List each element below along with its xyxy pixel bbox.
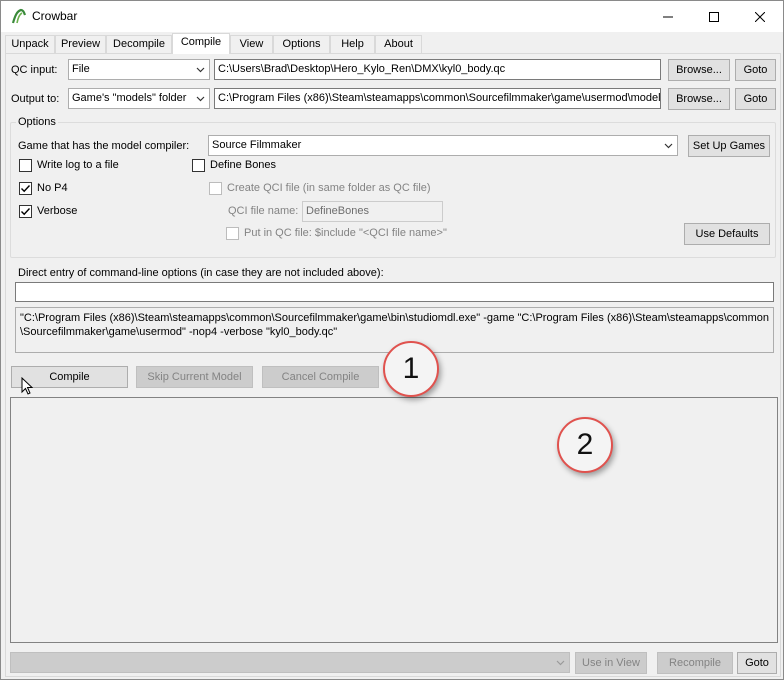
verbose-label: Verbose: [37, 205, 78, 217]
use-in-view-button[interactable]: Use in View: [575, 652, 647, 674]
bottom-goto-button[interactable]: Goto: [737, 652, 777, 674]
verbose-checkbox[interactable]: [19, 205, 32, 218]
mouse-cursor-icon: [21, 377, 33, 395]
no-p4-checkbox[interactable]: [19, 182, 32, 195]
tab-preview[interactable]: Preview: [55, 35, 106, 53]
tab-help[interactable]: Help: [330, 35, 375, 53]
recompile-button[interactable]: Recompile: [657, 652, 733, 674]
qc-input-label: QC input:: [11, 64, 58, 76]
maximize-icon: [709, 11, 719, 22]
qc-input-mode-value: File: [72, 63, 90, 75]
title-bar[interactable]: Crowbar: [1, 1, 783, 32]
close-icon: [755, 11, 765, 22]
chevron-down-icon: [664, 143, 673, 149]
crowbar-window: Crowbar Unpack Preview Decompile Compile…: [0, 0, 784, 680]
output-goto-button[interactable]: Goto: [735, 88, 776, 110]
game-select[interactable]: Source Filmmaker: [208, 135, 678, 156]
qc-browse-button[interactable]: Browse...: [668, 59, 730, 81]
game-label: Game that has the model compiler:: [18, 140, 190, 152]
output-browse-button[interactable]: Browse...: [668, 88, 730, 110]
write-log-checkbox[interactable]: [19, 159, 32, 172]
set-up-games-button[interactable]: Set Up Games: [688, 135, 770, 157]
output-mode-select[interactable]: Game's "models" folder: [68, 88, 210, 109]
chevron-down-icon: [196, 96, 205, 102]
chevron-down-icon: [556, 660, 565, 666]
create-qci-label: Create QCI file (in same folder as QC fi…: [227, 182, 431, 194]
cancel-compile-button[interactable]: Cancel Compile: [262, 366, 379, 388]
put-in-qc-label: Put in QC file: $include "<QCI file name…: [244, 227, 447, 239]
close-button[interactable]: [737, 1, 783, 32]
tab-compile[interactable]: Compile: [172, 33, 230, 54]
tab-decompile[interactable]: Decompile: [106, 35, 172, 53]
minimize-button[interactable]: [645, 1, 691, 32]
use-defaults-button[interactable]: Use Defaults: [684, 223, 770, 245]
game-value: Source Filmmaker: [212, 139, 302, 151]
compiled-files-select[interactable]: [10, 652, 570, 673]
qc-input-mode-select[interactable]: File: [68, 59, 210, 80]
maximize-button[interactable]: [691, 1, 737, 32]
put-in-qc-checkbox[interactable]: [226, 227, 239, 240]
qc-goto-button[interactable]: Goto: [735, 59, 776, 81]
window-title: Crowbar: [32, 9, 78, 23]
chevron-down-icon: [196, 67, 205, 73]
tab-unpack[interactable]: Unpack: [5, 35, 55, 53]
checkmark-icon: [21, 185, 31, 193]
callout-2: 2: [557, 417, 613, 473]
qci-name-field[interactable]: DefineBones: [302, 201, 443, 222]
minimize-icon: [663, 16, 673, 17]
output-path-field[interactable]: C:\Program Files (x86)\Steam\steamapps\c…: [214, 88, 661, 109]
tab-options[interactable]: Options: [273, 35, 330, 53]
output-label: Output to:: [11, 93, 60, 105]
skip-current-model-button[interactable]: Skip Current Model: [136, 366, 253, 388]
qci-name-label: QCI file name:: [228, 205, 299, 217]
no-p4-label: No P4: [37, 182, 68, 194]
output-mode-value: Game's "models" folder: [72, 92, 187, 104]
write-log-label: Write log to a file: [37, 159, 119, 171]
define-bones-checkbox[interactable]: [192, 159, 205, 172]
direct-entry-field[interactable]: [15, 282, 774, 302]
tab-strip: Unpack Preview Decompile Compile View Op…: [5, 33, 779, 54]
direct-entry-label: Direct entry of command-line options (in…: [18, 267, 384, 279]
callout-1: 1: [383, 341, 439, 397]
options-group-label: Options: [16, 116, 58, 128]
compile-log-output[interactable]: [10, 397, 778, 643]
checkmark-icon: [21, 208, 31, 216]
qc-input-path-field[interactable]: C:\Users\Brad\Desktop\Hero_Kylo_Ren\DMX\…: [214, 59, 661, 80]
crowbar-app-icon: [11, 8, 27, 24]
create-qci-checkbox[interactable]: [209, 182, 222, 195]
define-bones-label: Define Bones: [210, 159, 277, 171]
tab-about[interactable]: About: [375, 35, 422, 53]
tab-view[interactable]: View: [230, 35, 273, 53]
